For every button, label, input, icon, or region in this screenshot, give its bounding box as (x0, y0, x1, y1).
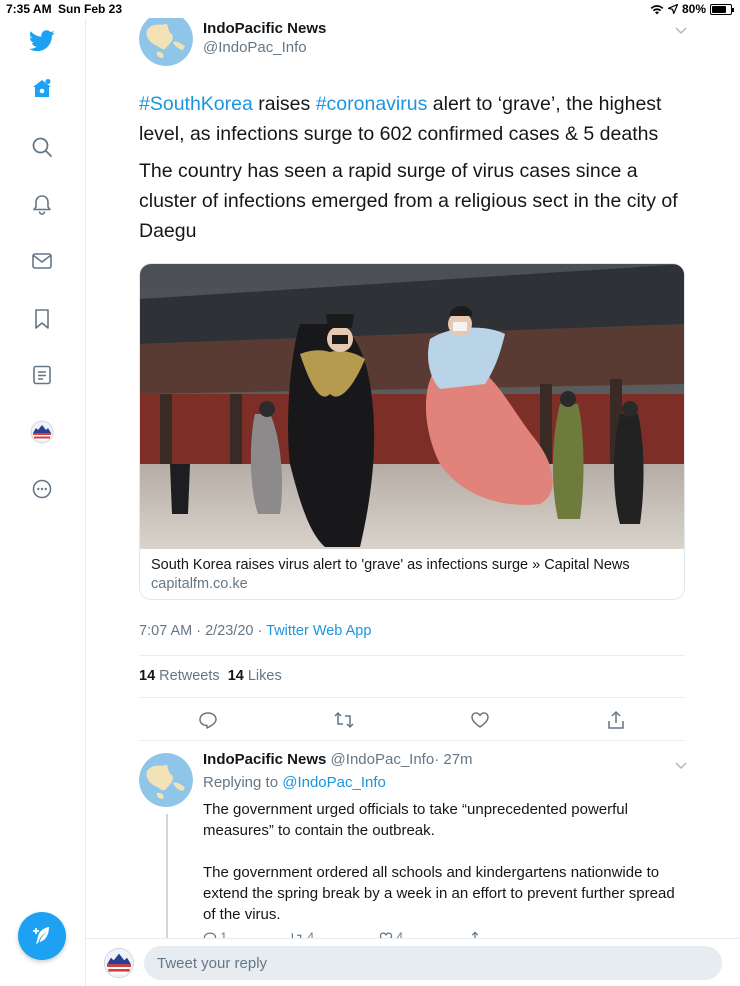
source-app-link[interactable]: Twitter Web App (266, 623, 371, 639)
reply-time: · 27m (434, 751, 473, 768)
like-heart-icon[interactable] (468, 708, 492, 732)
reply-like-count: 4 (396, 930, 404, 938)
timestamp-text[interactable]: 7:07 AM · 2/23/20 · (139, 623, 266, 639)
wifi-icon (650, 4, 664, 14)
like-heart-icon (379, 932, 393, 938)
battery-icon (710, 3, 734, 15)
retweets-label: Retweets (159, 668, 220, 684)
likes-label: Likes (247, 668, 282, 684)
card-image (140, 264, 684, 549)
reply-retweet-action[interactable]: 4 (289, 930, 314, 938)
reply-text: The government urged officials to take “… (203, 801, 675, 923)
divider (139, 740, 685, 741)
notifications-bell-icon[interactable] (29, 191, 55, 217)
author-handle[interactable]: @IndoPac_Info (203, 39, 307, 56)
location-arrow-icon (667, 4, 678, 14)
divider (139, 697, 685, 698)
tweet-text-line-2: The country has seen a rapid surge of vi… (139, 160, 678, 242)
hashtag-coronavirus[interactable]: #coronavirus (316, 93, 428, 115)
compose-feather-icon (33, 927, 49, 944)
author-name[interactable]: IndoPacific News (203, 20, 326, 37)
hashtag-southkorea[interactable]: #SouthKorea (139, 93, 253, 115)
reply-icon[interactable] (196, 708, 220, 732)
card-title[interactable]: South Korea raises virus alert to 'grave… (151, 557, 630, 573)
lists-icon[interactable] (29, 362, 55, 388)
reply-share-action[interactable] (468, 930, 482, 938)
search-icon[interactable] (29, 134, 55, 160)
tweet-text-part: raises (252, 93, 316, 115)
reply-icon (203, 932, 217, 938)
status-right: 80% (650, 2, 734, 16)
battery-percent: 80% (681, 2, 706, 16)
status-time: 7:35 AM (6, 2, 52, 16)
reply-reply-count: 1 (220, 930, 228, 938)
retweets-stat[interactable]: 14 Retweets (139, 668, 220, 684)
profile-avatar-icon[interactable] (29, 419, 55, 445)
reply-composer-bar: Tweet your reply (86, 938, 740, 986)
status-bar: 7:35 AM Sun Feb 23 80% (0, 0, 740, 18)
reply-retweet-count: 4 (307, 930, 315, 938)
bookmark-icon[interactable] (29, 306, 55, 332)
replying-to-handle[interactable]: @IndoPac_Info (282, 774, 386, 791)
sidebar-nav (0, 18, 86, 986)
twitter-logo-icon[interactable] (29, 28, 55, 54)
tweet-timestamp: 7:07 AM · 2/23/20 · Twitter Web App (139, 623, 371, 639)
replying-to: Replying to @IndoPac_Info (203, 774, 386, 791)
home-icon[interactable] (29, 76, 55, 102)
link-preview-card[interactable]: South Korea raises virus alert to 'grave… (139, 263, 685, 600)
retweets-count: 14 (139, 668, 156, 684)
thread-line (166, 814, 168, 938)
reply-author-handle[interactable]: @IndoPac_Info (331, 751, 435, 768)
retweet-icon (291, 933, 302, 938)
compose-tweet-button[interactable] (18, 912, 66, 960)
divider (139, 655, 685, 656)
reply-chevron-down-icon[interactable] (675, 757, 687, 775)
messages-envelope-icon[interactable] (29, 248, 55, 274)
engagement-stats: 14 Retweets 14 Likes (139, 668, 282, 684)
author-avatar[interactable] (139, 18, 193, 66)
reply-author-avatar[interactable] (139, 753, 193, 807)
my-avatar[interactable] (103, 947, 135, 979)
likes-count: 14 (227, 668, 244, 684)
more-icon[interactable] (29, 476, 55, 502)
status-date: Sun Feb 23 (58, 2, 123, 16)
likes-stat[interactable]: 14 Likes (228, 668, 282, 684)
reply-input[interactable]: Tweet your reply (144, 946, 722, 980)
chevron-down-icon[interactable] (675, 22, 687, 40)
reply-header: IndoPacific News @IndoPac_Info· 27m (203, 751, 473, 768)
tweet-detail-column: IndoPacific News @IndoPac_Info #SouthKor… (86, 18, 740, 938)
reply-author-name[interactable]: IndoPacific News (203, 751, 326, 768)
retweet-icon[interactable] (332, 708, 356, 732)
share-icon (471, 931, 479, 938)
replying-to-label: Replying to (203, 774, 283, 791)
card-domain: capitalfm.co.ke (151, 576, 248, 592)
reply-like-action[interactable]: 4 (379, 930, 403, 938)
share-icon[interactable] (604, 708, 628, 732)
reply-reply-action[interactable]: 1 (203, 930, 227, 938)
tweet-text-line-1: #SouthKorea raises #coronavirus alert to… (139, 89, 699, 149)
